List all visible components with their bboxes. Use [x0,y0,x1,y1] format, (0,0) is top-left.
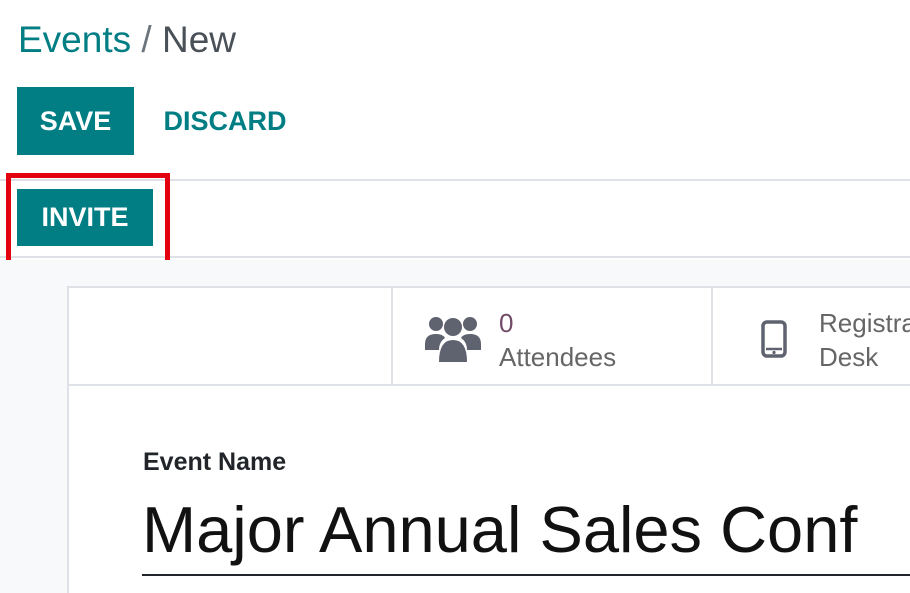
discard-button[interactable]: DISCARD [150,87,300,155]
breadcrumb-events-link[interactable]: Events [18,19,131,60]
event-name-label: Event Name [143,448,287,476]
mobile-icon [761,320,787,363]
event-name-input[interactable]: Major Annual Sales Conf [142,490,910,576]
attendees-smart-button[interactable]: 0 Attendees [391,288,711,384]
smart-button-box: 0 Attendees Registra Desk [69,288,910,386]
breadcrumb-current: New [161,19,236,60]
save-button[interactable]: SAVE [17,87,134,155]
breadcrumb-separator: / [141,19,152,60]
attendees-count: 0 [499,308,514,338]
registration-desk-label-line1: Registra [819,308,910,338]
breadcrumb: Events / New [18,18,236,62]
invite-highlight-box [6,173,170,265]
users-icon [425,314,481,369]
registration-desk-smart-button[interactable]: Registra Desk [711,288,910,384]
attendees-label: Attendees [499,342,617,372]
registration-desk-label-line2: Desk [819,342,879,372]
event-name-value: Major Annual Sales Conf [142,493,858,566]
form-sheet: 0 Attendees Registra Desk Event Name Maj… [67,286,910,593]
